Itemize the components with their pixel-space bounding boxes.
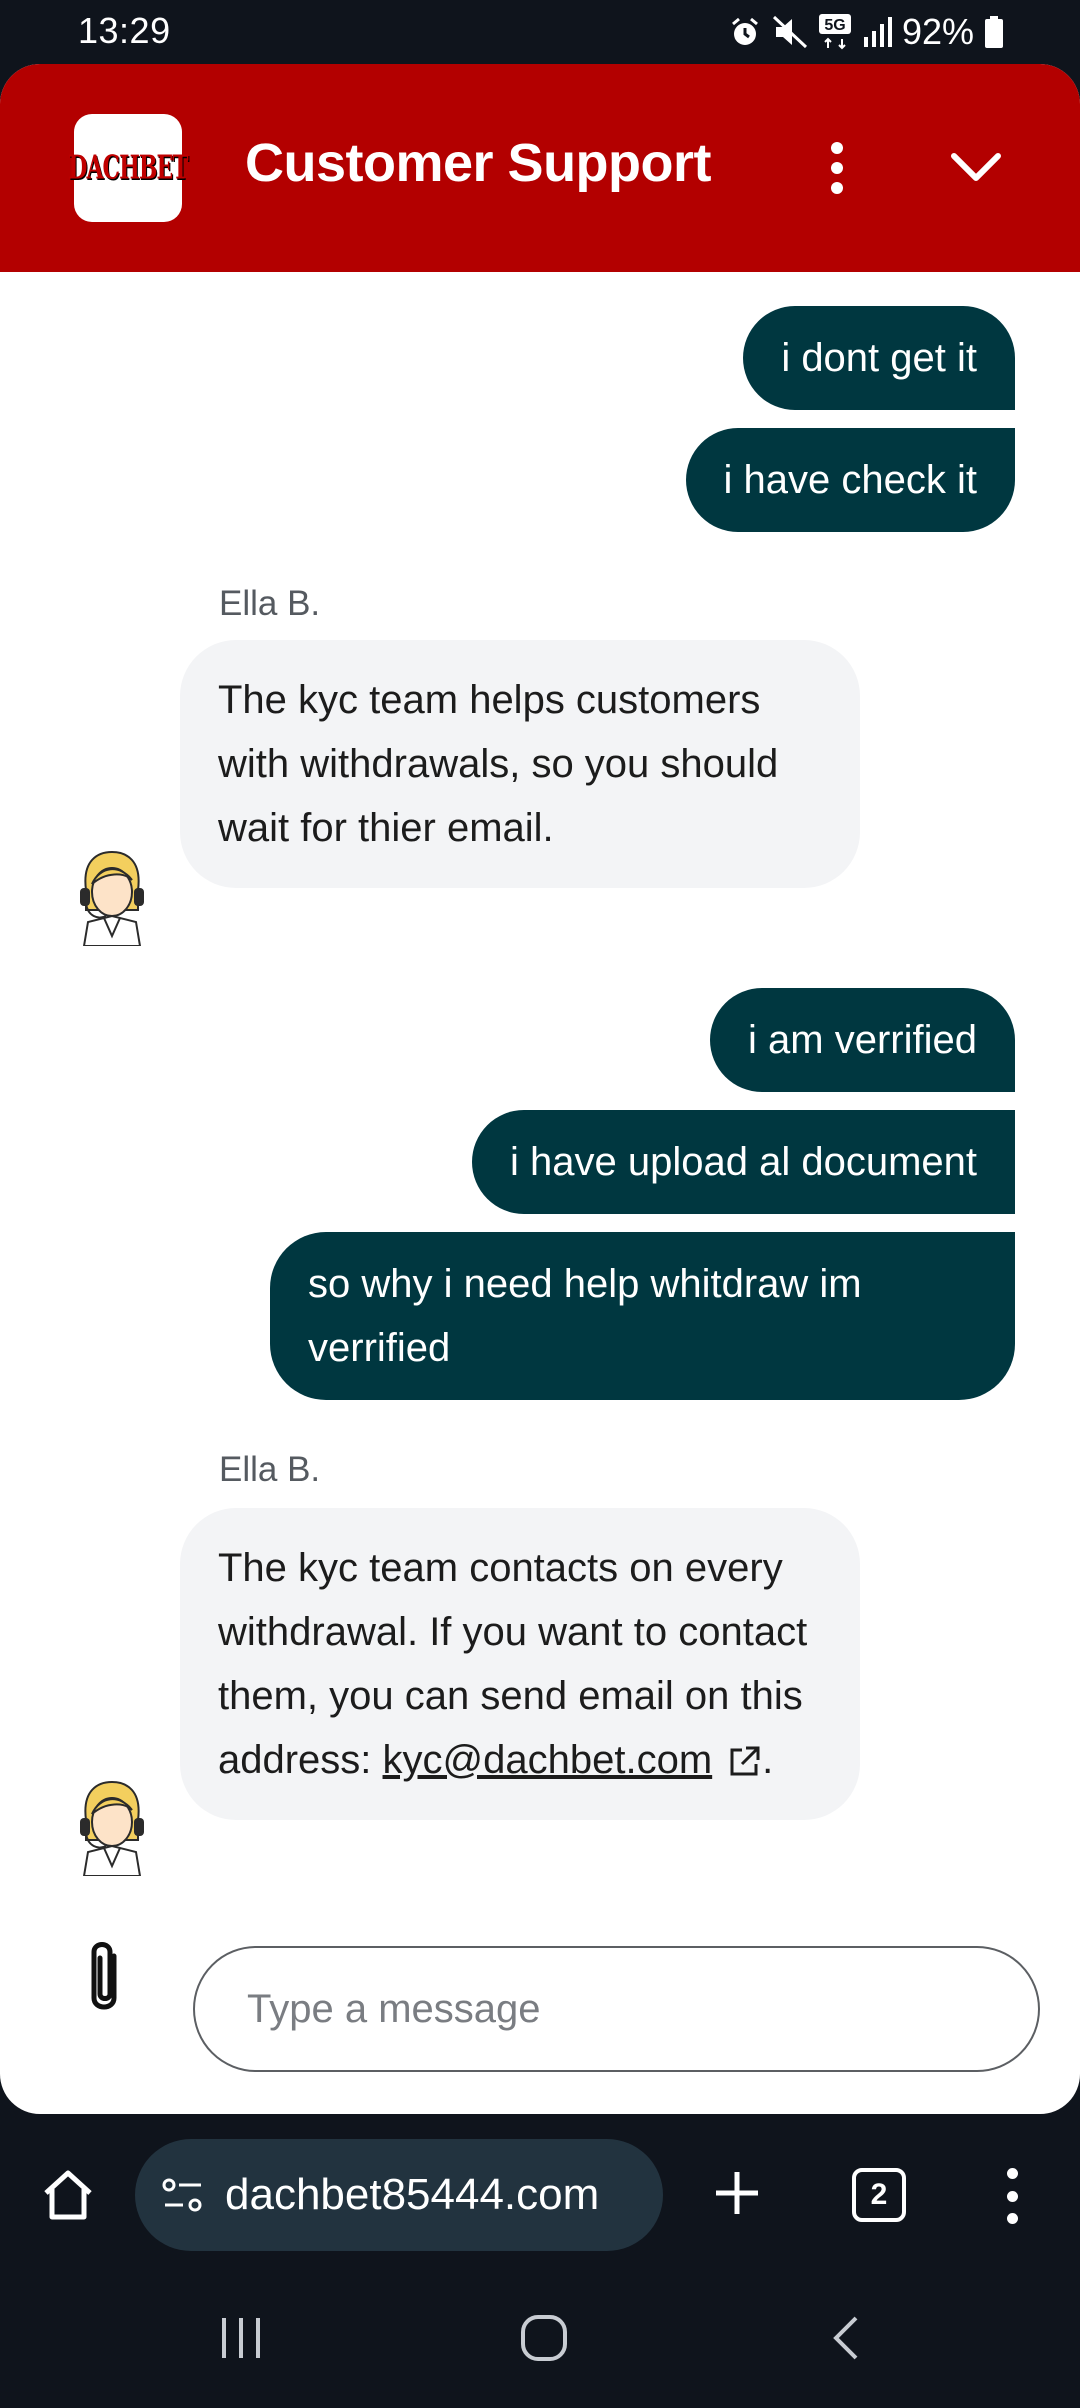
status-time: 13:29 <box>78 10 171 51</box>
browser-menu-button[interactable] <box>994 2168 1030 2224</box>
home-nav-button[interactable] <box>520 2314 568 2367</box>
support-agent-avatar-icon <box>80 1780 144 1876</box>
minimize-chat-button[interactable] <box>944 136 1008 200</box>
outgoing-message: i have check it <box>685 428 1015 532</box>
email-link[interactable]: kyc@dachbet.com <box>383 1738 713 1782</box>
outgoing-message: i dont get it <box>743 306 1015 410</box>
paperclip-icon <box>91 1942 117 2010</box>
external-link-icon <box>730 1746 760 1776</box>
outgoing-message: i have upload al document <box>472 1110 1015 1214</box>
battery-percent: 92% <box>901 11 974 52</box>
agent-name: Ella B. <box>219 1450 321 1489</box>
battery-icon <box>985 16 1003 48</box>
more-options-button[interactable] <box>812 130 862 206</box>
tab-switcher-button[interactable]: 2 <box>852 2168 906 2222</box>
plus-icon <box>716 2172 758 2214</box>
status-icons: 5G 92% <box>728 8 1004 56</box>
recent-apps-button[interactable] <box>218 2316 264 2365</box>
new-tab-button[interactable] <box>712 2168 762 2218</box>
address-bar[interactable]: dachbet85444.com <box>135 2139 663 2251</box>
home-circle-icon <box>521 2315 567 2361</box>
chat-widget: DACHBET Customer Support i dont get it i… <box>0 64 1080 2114</box>
support-agent-avatar-icon <box>80 850 144 946</box>
signal-icon <box>863 17 892 47</box>
chevron-down-icon <box>951 153 1001 181</box>
status-bar: 13:29 5G 92% <box>0 0 1080 64</box>
incoming-message: The kyc team helps customers with withdr… <box>180 640 860 888</box>
site-settings-icon <box>162 2178 202 2212</box>
chat-header: DACHBET Customer Support <box>0 64 1080 272</box>
back-icon <box>833 2316 858 2360</box>
brand-logo: DACHBET <box>68 114 189 222</box>
message-input[interactable] <box>193 1946 1040 2072</box>
home-icon <box>44 2170 92 2220</box>
message-suffix: . <box>762 1738 774 1782</box>
chat-title: Customer Support <box>245 133 712 193</box>
outgoing-message: i am verrified <box>710 988 1015 1092</box>
mute-icon <box>772 15 807 49</box>
outgoing-message: so why i need help whitdraw im verrified <box>270 1232 1015 1400</box>
incoming-message: The kyc team contacts on every withdrawa… <box>180 1508 860 1820</box>
svg-text:5G: 5G <box>824 17 845 34</box>
agent-name: Ella B. <box>219 584 321 623</box>
browser-home-button[interactable] <box>38 2165 98 2225</box>
recent-apps-icon <box>222 2318 260 2358</box>
alarm-icon <box>731 17 758 45</box>
url-text: dachbet85444.com <box>225 2170 600 2219</box>
5g-icon: 5G <box>818 14 851 50</box>
back-button[interactable] <box>830 2314 862 2367</box>
attach-file-button[interactable] <box>80 1938 128 2020</box>
